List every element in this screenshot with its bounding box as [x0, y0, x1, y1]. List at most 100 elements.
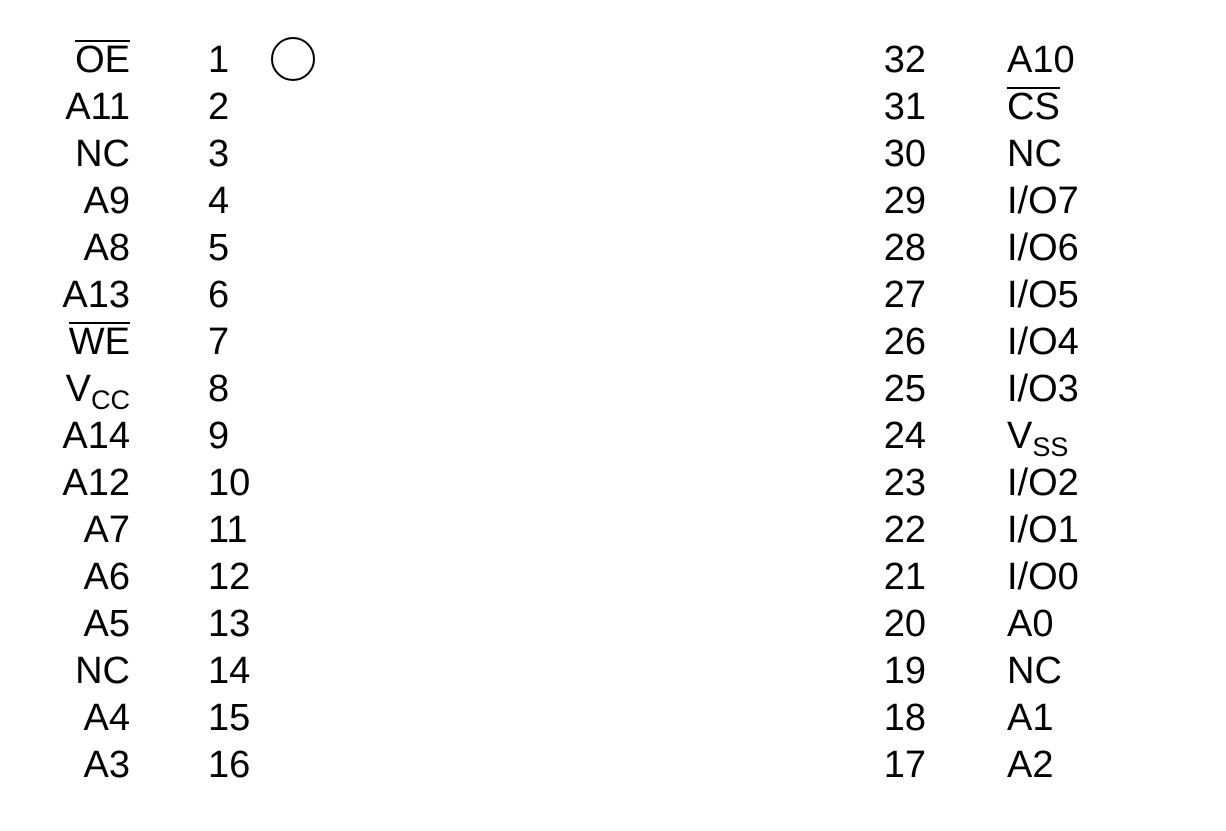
signal-label: NC	[1007, 131, 1062, 178]
signal-name: V	[1007, 415, 1033, 457]
signal-name: WE	[68, 321, 130, 363]
signal-label: A0	[1007, 601, 1053, 648]
signal-label: A9	[84, 178, 130, 225]
pin-signal: VSS	[1007, 413, 1207, 462]
signal-label: I/O1	[1007, 507, 1079, 554]
pin-number: 18	[883, 697, 926, 739]
pin-signal: I/O2	[1007, 460, 1207, 507]
pin-signal: A8	[0, 225, 130, 272]
signal-name: A4	[83, 697, 130, 739]
signal-label: A13	[62, 272, 130, 319]
signal-name: I/O1	[1007, 509, 1079, 551]
signal-name: A6	[83, 556, 130, 598]
signal-label: A2	[1007, 742, 1053, 789]
pin-number: 32	[883, 39, 926, 81]
pin-number: 4	[208, 180, 230, 222]
signal-label: I/O5	[1007, 272, 1079, 319]
signal-label: A11	[65, 84, 130, 131]
signal-name: A12	[62, 462, 130, 504]
pin-number: 23	[883, 462, 926, 504]
signal-name: A7	[83, 509, 130, 551]
signal-label: A3	[84, 742, 130, 789]
signal-label: A10	[1007, 37, 1075, 84]
signal-name: I/O2	[1007, 462, 1079, 504]
pin-signal: NC	[1007, 648, 1207, 695]
signal-label: NC	[1007, 648, 1062, 695]
signal-name: A11	[65, 86, 130, 128]
active-low-signal-label: CS	[1007, 84, 1060, 131]
pin-number: 20	[883, 603, 926, 645]
signal-label: I/O4	[1007, 319, 1079, 366]
pin-signal: A14	[0, 413, 130, 460]
signal-name: A1	[1007, 697, 1054, 739]
pin-number: 30	[883, 133, 926, 175]
signal-label: I/O3	[1007, 366, 1079, 413]
signal-name: NC	[75, 650, 130, 692]
pin-number: 12	[208, 556, 251, 598]
pin-number: 15	[208, 697, 251, 739]
active-low-signal-label: OE	[75, 37, 130, 84]
pin-signal: VCC	[0, 366, 130, 415]
pin-number: 29	[883, 180, 926, 222]
pin-signal: I/O4	[1007, 319, 1207, 366]
signal-name: A9	[83, 180, 130, 222]
signal-name: I/O5	[1007, 274, 1079, 316]
signal-label: A4	[84, 695, 130, 742]
pin-number: 17	[883, 744, 926, 786]
pin-signal: A5	[0, 601, 130, 648]
signal-label: A12	[62, 460, 130, 507]
pin-signal: A9	[0, 178, 130, 225]
pin-signal: A7	[0, 507, 130, 554]
signal-name: I/O6	[1007, 227, 1079, 269]
pin-number: 11	[208, 509, 248, 551]
signal-subscript: CC	[91, 385, 130, 415]
signal-name: NC	[1007, 650, 1062, 692]
pin-number: 24	[883, 415, 926, 457]
pin-signal: A3	[0, 742, 130, 789]
pin-number: 28	[883, 227, 926, 269]
pin-signal: WE	[0, 319, 131, 366]
pin-number: 27	[883, 274, 926, 316]
signal-label: VSS	[1007, 413, 1069, 462]
signal-label: I/O2	[1007, 460, 1079, 507]
pin-number: 2	[208, 86, 230, 128]
signal-name: I/O7	[1007, 180, 1079, 222]
pin-signal: A2	[1007, 742, 1207, 789]
pin-signal: I/O6	[1007, 225, 1207, 272]
pin-one-marker	[271, 37, 315, 81]
signal-label: I/O0	[1007, 554, 1079, 601]
pin-signal: A10	[1007, 37, 1207, 84]
pin-number: 16	[208, 744, 251, 786]
pin-number: 21	[883, 556, 926, 598]
pin-number: 10	[208, 462, 251, 504]
pinout-diagram: OE A11 NC A9 A8 A13 WE VCC A14 A12 A7 A6 A5 NC A4 A3 12…	[0, 0, 1226, 831]
pin-signal: I/O5	[1007, 272, 1207, 319]
pin-number: 31	[883, 86, 926, 128]
signal-label: A5	[84, 601, 130, 648]
pin-number: 9	[208, 415, 230, 457]
pin-number: 22	[883, 509, 926, 551]
pin-number: 3	[208, 133, 230, 175]
pin-signal: CS	[1007, 84, 1207, 131]
signal-name: A0	[1007, 603, 1054, 645]
pin-signal: A4	[0, 695, 130, 742]
signal-label: A6	[84, 554, 130, 601]
signal-subscript: SS	[1032, 432, 1069, 462]
pin-number: 19	[883, 650, 926, 692]
pin-signal: I/O0	[1007, 554, 1207, 601]
signal-label: NC	[75, 648, 130, 695]
pin-signal: OE	[0, 37, 130, 84]
signal-name: V	[65, 368, 91, 410]
pin-signal: NC	[0, 648, 130, 695]
pin-number: 14	[208, 650, 251, 692]
signal-label: A7	[84, 507, 130, 554]
signal-label: NC	[75, 131, 130, 178]
signal-name: OE	[75, 39, 130, 81]
pin-signal: A11	[0, 84, 130, 131]
signal-name: A8	[83, 227, 130, 269]
signal-name: CS	[1007, 86, 1060, 128]
signal-label: I/O6	[1007, 225, 1079, 272]
signal-label: A1	[1007, 695, 1053, 742]
pin-signal: A12	[0, 460, 130, 507]
signal-name: NC	[75, 133, 130, 175]
